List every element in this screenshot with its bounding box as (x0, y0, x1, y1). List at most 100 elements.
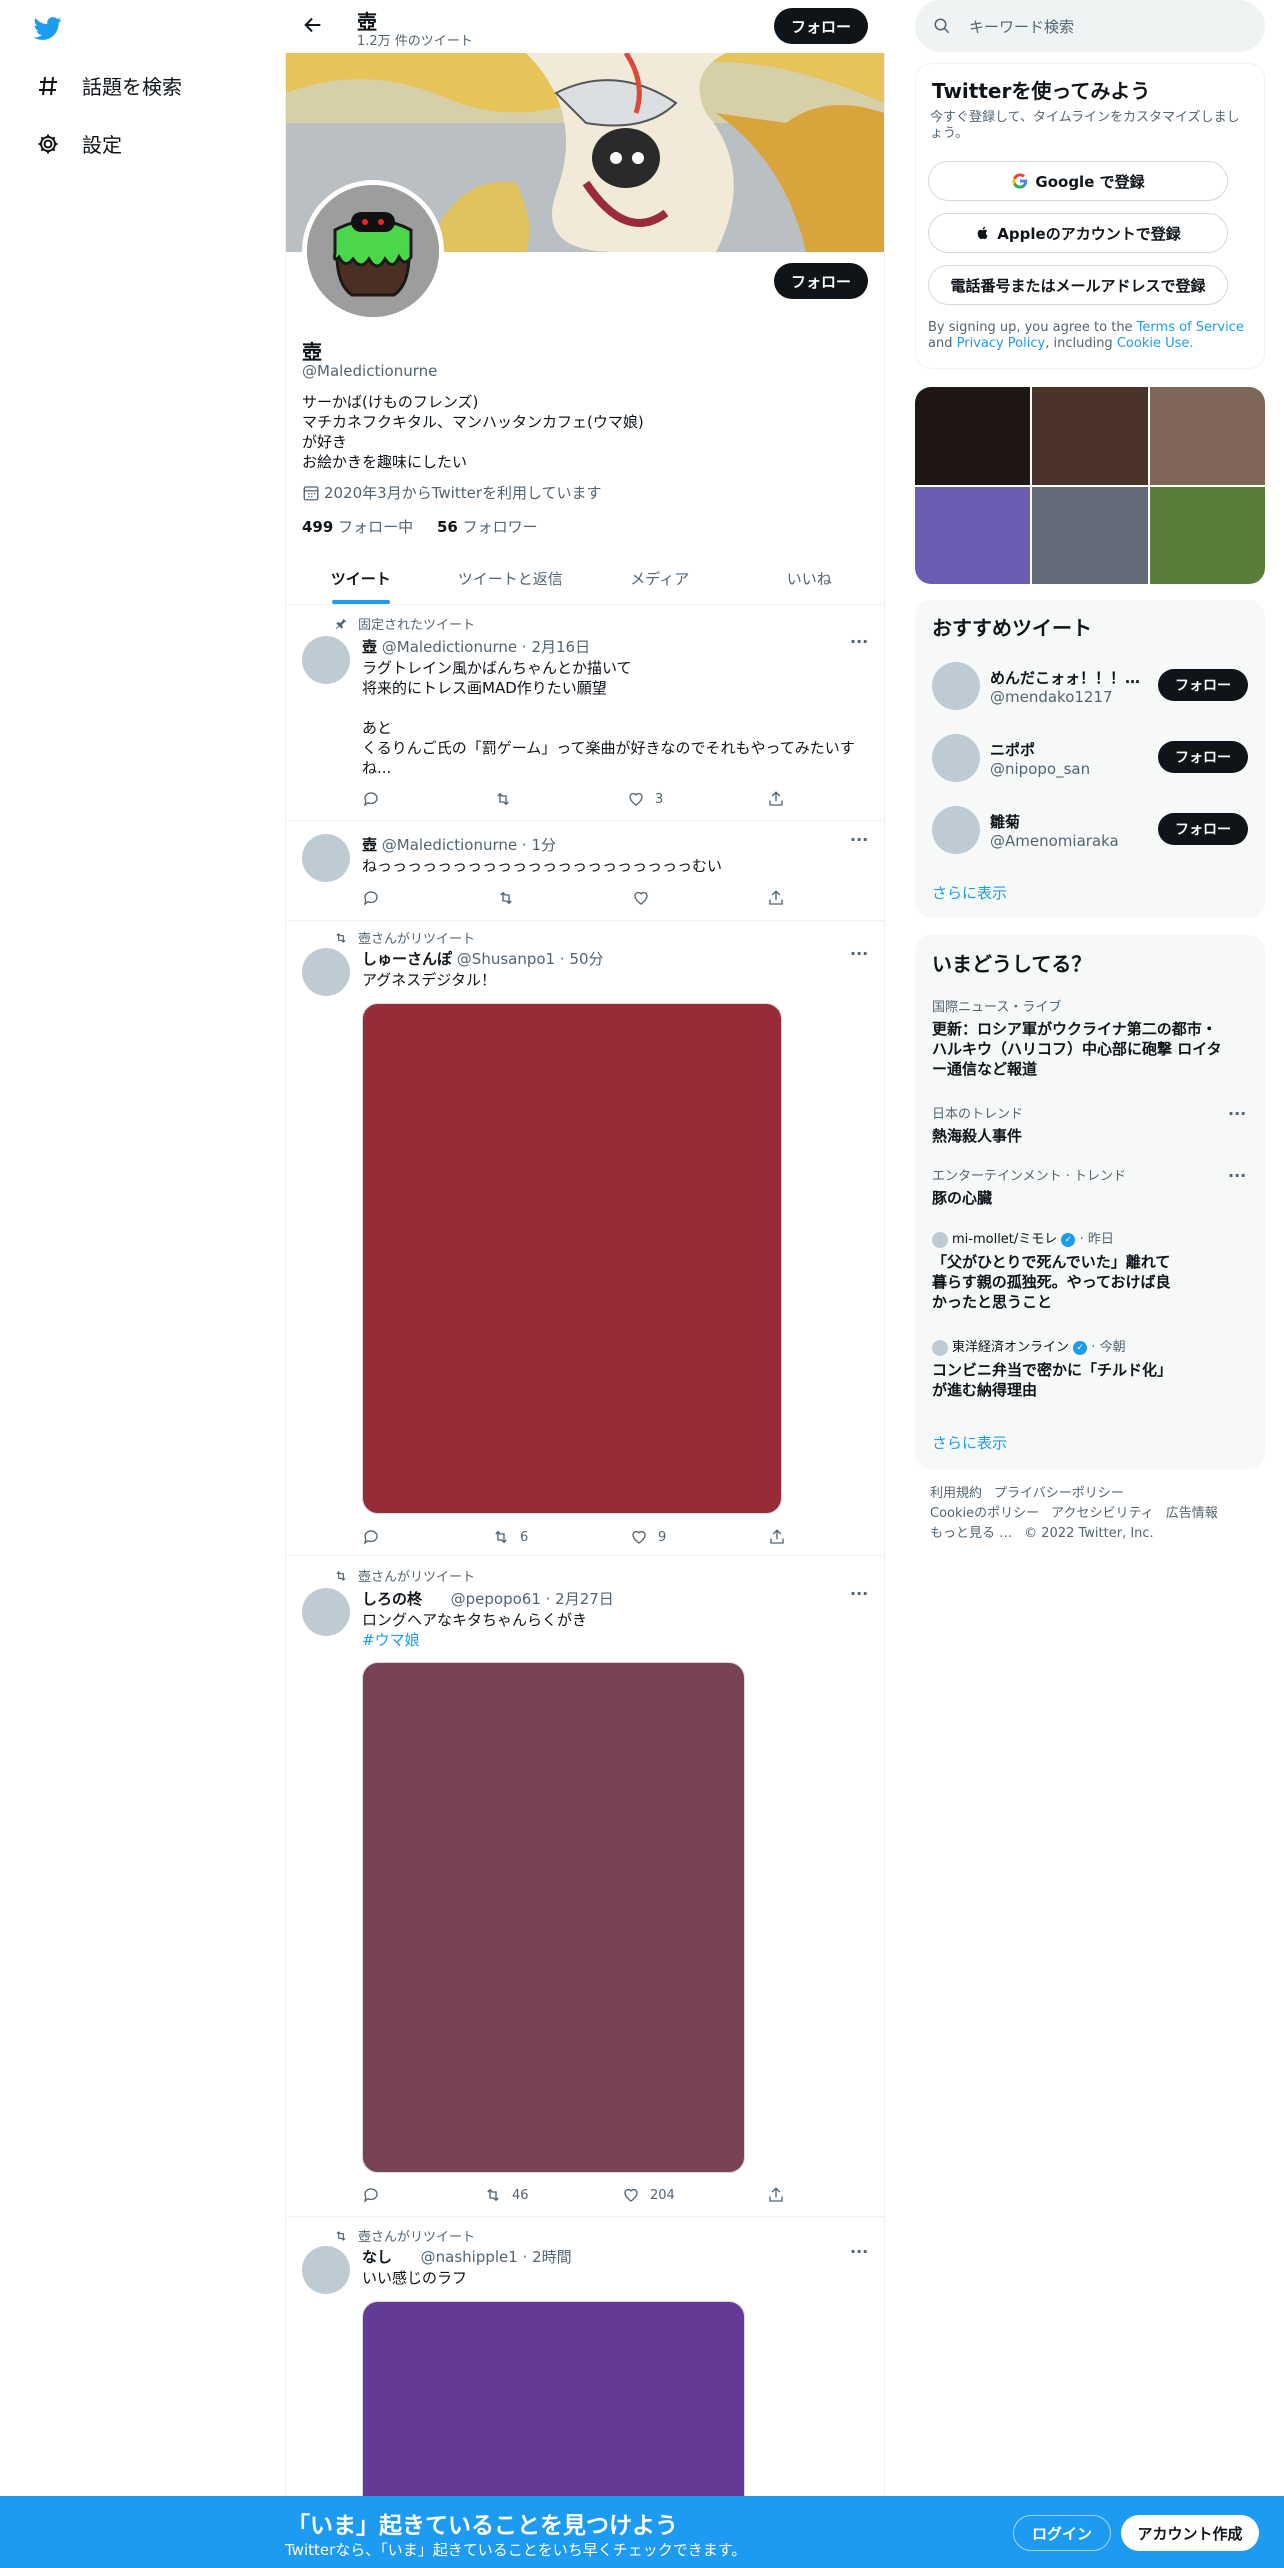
tab-tweets-replies[interactable]: ツイートと返信 (436, 552, 586, 604)
tab-likes[interactable]: いいね (735, 552, 885, 604)
create-account-button[interactable]: アカウント作成 (1121, 2515, 1259, 2551)
tweet-time[interactable]: 2月16日 (531, 638, 590, 656)
hashtag-link[interactable]: #ウマ娘 (362, 1630, 420, 1650)
footer-link[interactable]: 利用規約 (930, 1486, 982, 1501)
media-thumbnail[interactable] (915, 387, 1031, 485)
profile-avatar[interactable] (307, 185, 439, 317)
back-arrow-icon[interactable] (302, 14, 324, 36)
tweet-time[interactable]: 2時間 (532, 2248, 572, 2266)
retweet-button[interactable] (497, 889, 515, 907)
reply-button[interactable] (362, 1528, 390, 1546)
tab-tweets[interactable]: ツイート (286, 552, 436, 604)
news-item[interactable]: 東洋経済オンライン ✓ · 今朝 コンビニ弁当で密かに「チルド化」が進む納得理由 (932, 1336, 1172, 1400)
apple-signup-button[interactable]: Appleのアカウントで登録 (928, 213, 1228, 253)
more-options-icon[interactable]: ··· (850, 632, 868, 651)
tab-media[interactable]: メディア (585, 552, 735, 604)
tweet-author-handle[interactable]: @Maledictionurne (382, 836, 517, 854)
trend-item[interactable]: 日本のトレンド 熱海殺人事件 (932, 1103, 1222, 1146)
recommended-user-avatar[interactable] (932, 662, 980, 710)
share-button[interactable] (767, 2186, 785, 2204)
recommended-follow-button[interactable]: フォロー (1158, 669, 1248, 701)
like-button[interactable]: 9 (630, 1528, 666, 1546)
footer-link[interactable]: Cookieのポリシー (930, 1506, 1039, 1521)
header-follow-button[interactable]: フォロー (774, 8, 868, 44)
tweet-author-name[interactable]: しゅーさんぽ (362, 950, 452, 968)
share-button[interactable] (767, 889, 785, 907)
tweet-author-handle[interactable]: @pepopo61 (451, 1590, 541, 1608)
tweet-time[interactable]: 50分 (569, 950, 603, 968)
footer-link[interactable]: もっと見る … (930, 1526, 1012, 1541)
terms-link[interactable]: Terms of Service (1137, 320, 1244, 335)
recommended-follow-button[interactable]: フォロー (1158, 741, 1248, 773)
calendar-icon (303, 485, 319, 500)
tweet-context: 壺さんがリツイート (334, 2226, 475, 2245)
recommended-user-avatar[interactable] (932, 806, 980, 854)
tweet-author-name[interactable]: しろの柊 (362, 1590, 422, 1608)
tweet-avatar[interactable] (302, 834, 350, 882)
following-link[interactable]: 499 フォロー中 (302, 518, 413, 536)
retweet-button[interactable]: 46 (484, 2186, 529, 2204)
like-button[interactable] (632, 889, 650, 907)
tweet-text: アグネスデジタル！ (362, 971, 496, 989)
like-button[interactable]: 3 (627, 790, 663, 808)
reply-button[interactable] (362, 790, 390, 808)
trend-more-icon[interactable]: ··· (1228, 1104, 1246, 1123)
more-options-icon[interactable]: ··· (850, 1584, 868, 1603)
twitter-logo-icon[interactable] (32, 14, 64, 42)
more-options-icon[interactable]: ··· (850, 830, 868, 849)
tweet-author-handle[interactable]: @Maledictionurne (382, 638, 517, 656)
reply-button[interactable] (362, 2186, 390, 2204)
nav-explore[interactable]: 話題を検索 (36, 71, 182, 100)
trend-category: 日本のトレンド (932, 1107, 1024, 1122)
recommended-show-more-link[interactable]: さらに表示 (932, 882, 1007, 903)
media-thumbnail[interactable] (915, 486, 1031, 584)
news-source-avatar (932, 1231, 948, 1248)
phone-email-signup-button[interactable]: 電話番号またはメールアドレスで登録 (928, 265, 1228, 305)
profile-follow-button[interactable]: フォロー (774, 263, 868, 299)
share-button[interactable] (767, 790, 785, 808)
verified-badge-icon: ✓ (1061, 1232, 1076, 1247)
nav-settings[interactable]: 設定 (36, 129, 122, 158)
trends-show-more-link[interactable]: さらに表示 (932, 1432, 1007, 1453)
like-button[interactable]: 204 (622, 2186, 675, 2204)
footer-link[interactable]: プライバシーポリシー (994, 1486, 1124, 1501)
trend-item[interactable]: 国際ニュース・ライブ 更新：ロシア軍がウクライナ第二の都市・ハルキウ（ハリコフ）… (932, 996, 1222, 1079)
privacy-link[interactable]: Privacy Policy (957, 336, 1046, 351)
tweet-media-image[interactable] (362, 1003, 782, 1514)
tweet-time[interactable]: 1分 (531, 836, 556, 854)
tweet-author-name[interactable]: 壺 (362, 836, 377, 854)
media-thumbnail[interactable] (1032, 387, 1148, 485)
media-thumbnail[interactable] (1149, 486, 1265, 584)
tweet-avatar[interactable] (302, 1588, 350, 1636)
search-box[interactable]: キーワード検索 (915, 0, 1265, 52)
tweet-author-name[interactable]: なし (362, 2248, 392, 2266)
tweet-avatar[interactable] (302, 2246, 350, 2294)
followers-link[interactable]: 56 フォロワー (437, 518, 538, 536)
google-signup-button[interactable]: Google で登録 (928, 161, 1228, 201)
media-thumbnail[interactable] (1149, 387, 1265, 485)
news-item[interactable]: mi-mollet/ミモレ ✓ · 昨日 「父がひとりで死んでいた」離れて暮らす… (932, 1228, 1172, 1312)
reply-button[interactable] (362, 889, 380, 907)
trend-more-icon[interactable]: ··· (1228, 1166, 1246, 1185)
cookie-link[interactable]: Cookie Use. (1117, 336, 1194, 351)
tweet-avatar[interactable] (302, 636, 350, 684)
tweet-media-image[interactable] (362, 1662, 745, 2173)
recommended-user-avatar[interactable] (932, 734, 980, 782)
retweet-button[interactable]: 6 (492, 1528, 528, 1546)
more-options-icon[interactable]: ··· (850, 944, 868, 963)
tweet-avatar[interactable] (302, 948, 350, 996)
footer-link[interactable]: 広告情報 (1166, 1506, 1218, 1521)
more-options-icon[interactable]: ··· (850, 2242, 868, 2261)
trend-item[interactable]: エンターテインメント · トレンド 豚の心臓 (932, 1165, 1222, 1208)
trend-title: 熱海殺人事件 (932, 1127, 1023, 1145)
media-thumbnail[interactable] (1032, 486, 1148, 584)
tweet-time[interactable]: 2月27日 (555, 1590, 614, 1608)
login-button[interactable]: ログイン (1013, 2515, 1111, 2551)
tweet-author-name[interactable]: 壺 (362, 638, 377, 656)
retweet-button[interactable] (494, 790, 522, 808)
tweet-author-handle[interactable]: @nashipple1 (421, 2248, 518, 2266)
share-button[interactable] (768, 1528, 786, 1546)
recommended-follow-button[interactable]: フォロー (1158, 813, 1248, 845)
footer-link[interactable]: アクセシビリティ (1051, 1506, 1154, 1521)
tweet-author-handle[interactable]: @Shusanpo1 (457, 950, 555, 968)
